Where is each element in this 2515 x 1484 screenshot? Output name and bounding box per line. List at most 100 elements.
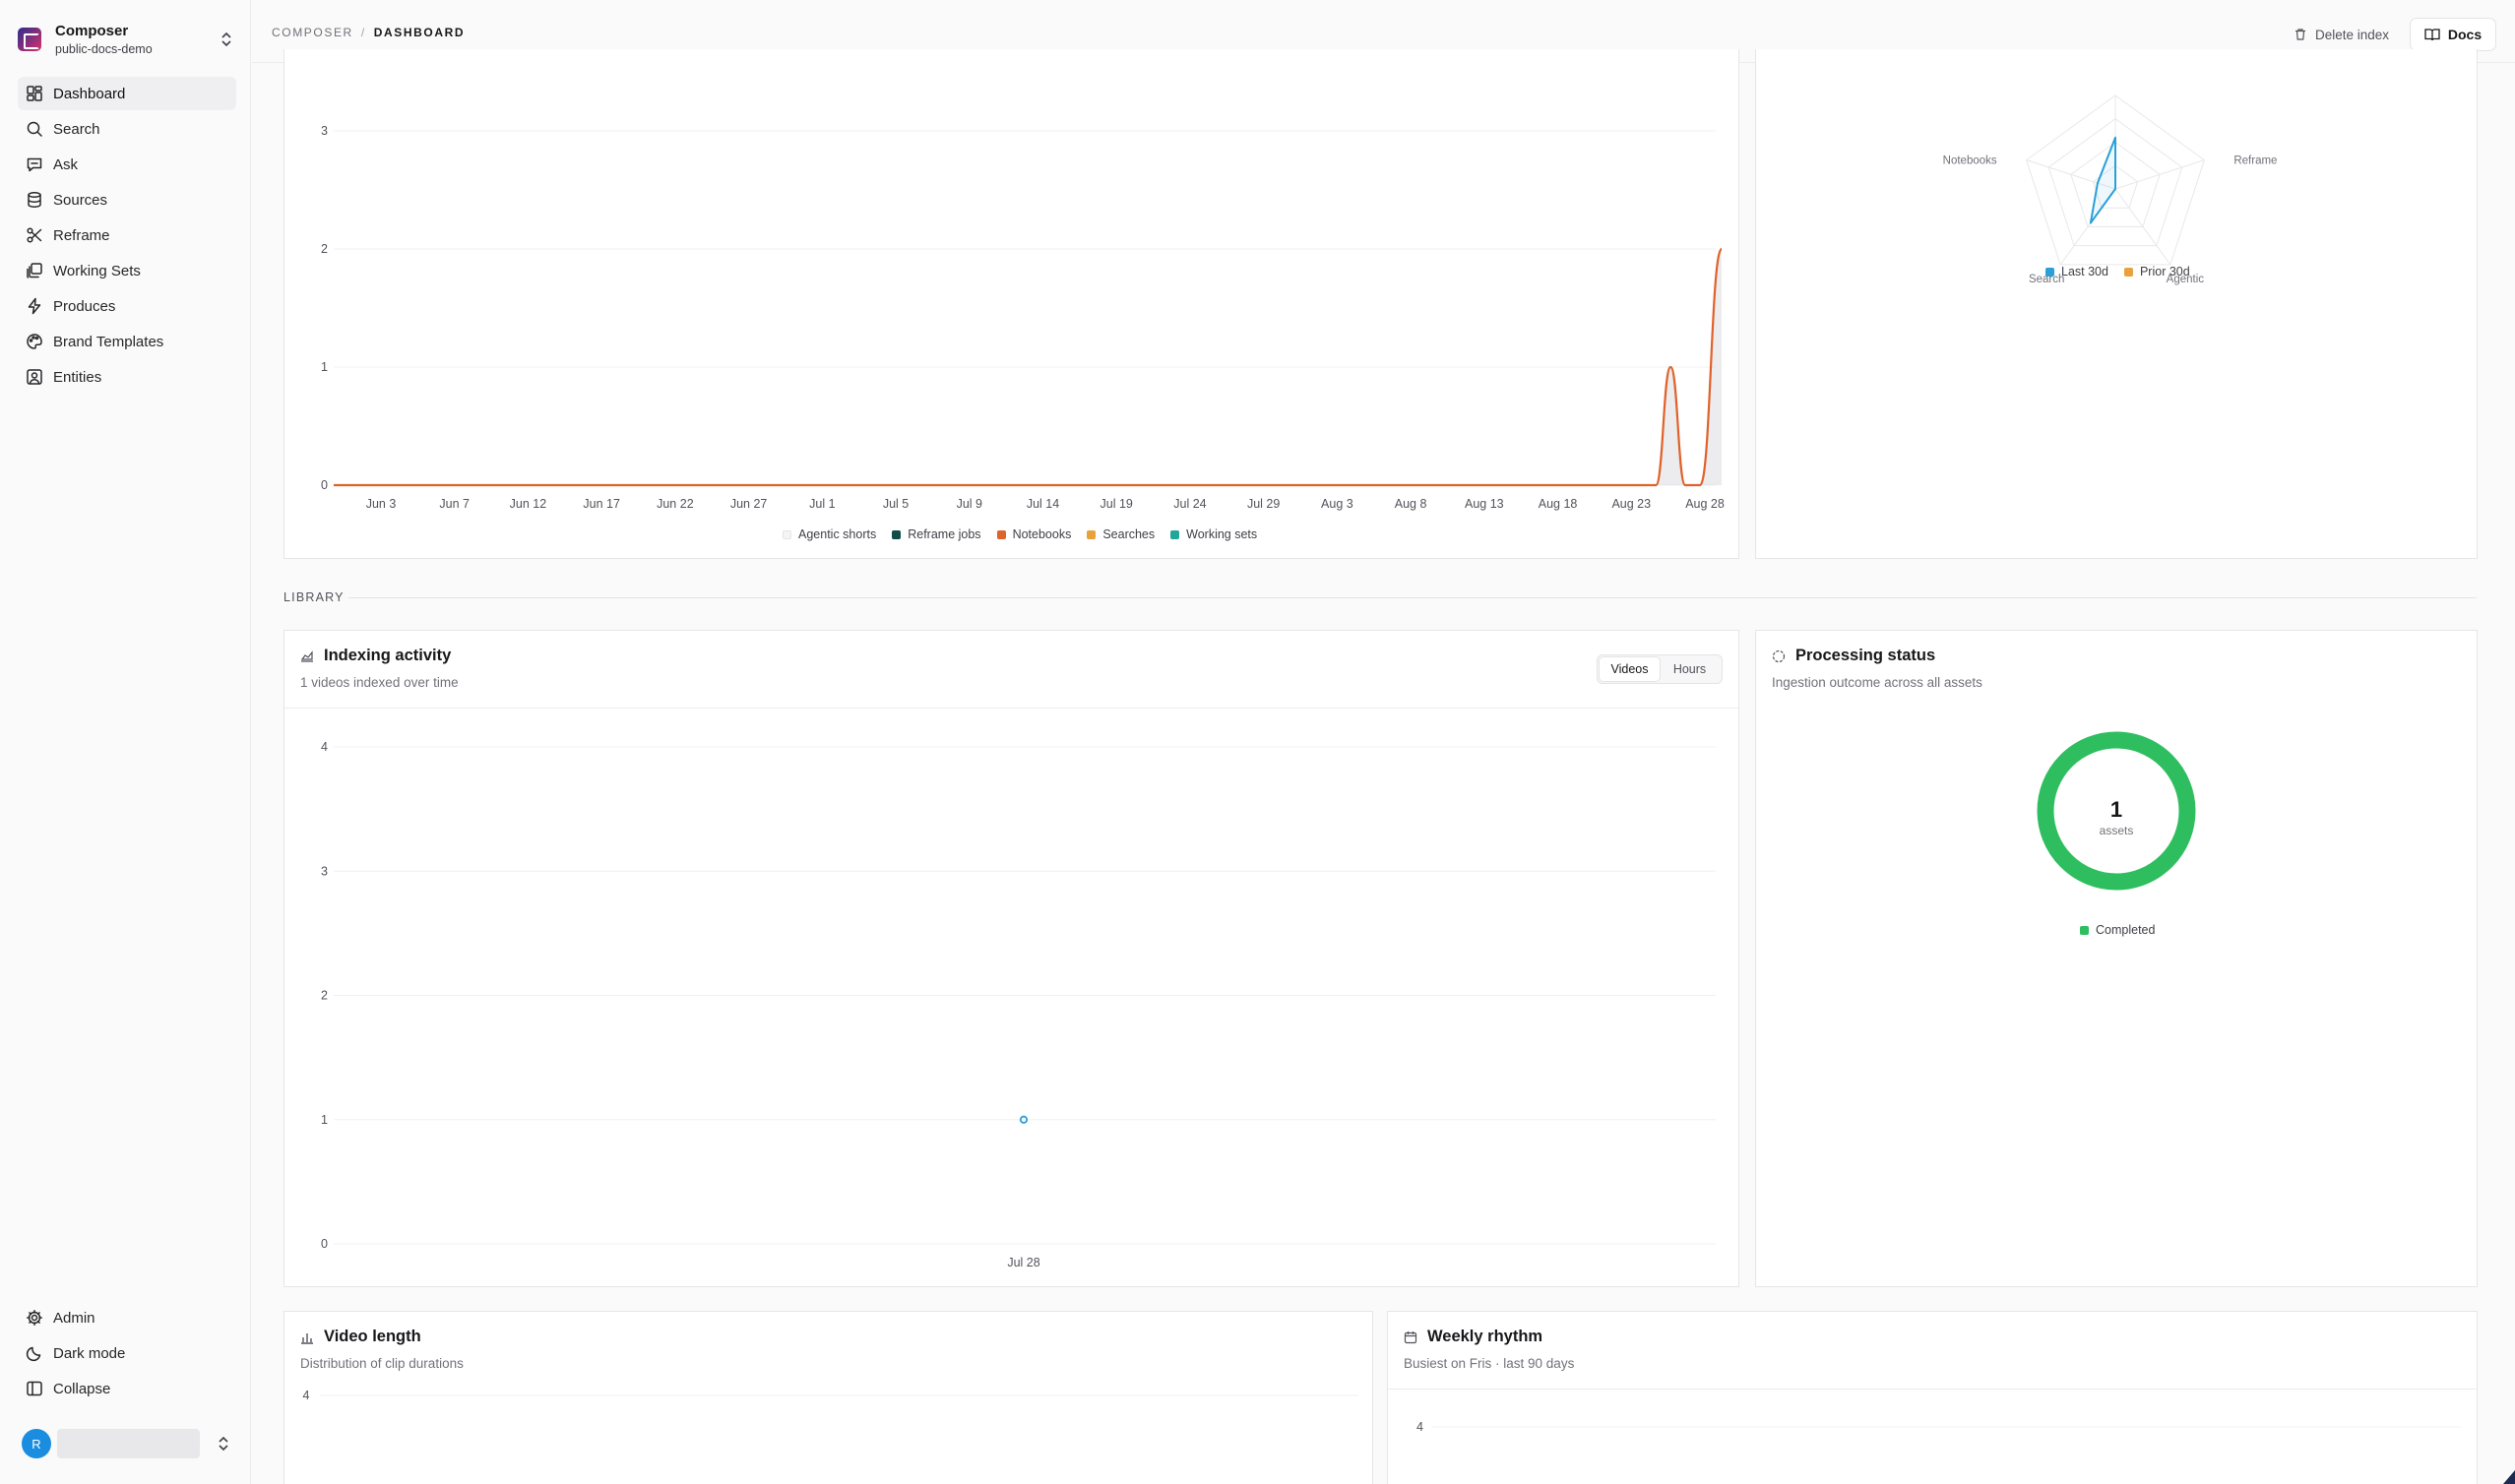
weekly-rhythm-chart: 4 — [1416, 1420, 2461, 1434]
activity-line-chart: 0 1 2 3 Jun 3 Jun 7 Jun 12 Jun 17 Jun 22 Jun 27 Ju… — [321, 124, 1725, 511]
database-icon — [28, 192, 41, 208]
nav-item-search[interactable]: Search — [18, 112, 236, 146]
donut-count: 1 — [2110, 797, 2122, 822]
x-tick-label: Jun 12 — [510, 497, 547, 511]
legend-label: Working sets — [1186, 527, 1258, 541]
nav-item-label: Brand Templates — [53, 333, 164, 350]
legend-item: Agentic shorts — [783, 527, 876, 541]
composer-logo-icon — [18, 28, 41, 51]
moon-icon — [26, 1346, 41, 1362]
y-tick-label: 0 — [321, 478, 328, 492]
legend-label: Prior 30d — [2139, 265, 2190, 278]
progress-circle-icon — [1772, 649, 1786, 662]
x-tick-label: Aug 3 — [1321, 497, 1353, 511]
library-divider — [348, 597, 2477, 598]
weekly-rhythm-card: Weekly rhythm Busiest on Fris · last 90 … — [1387, 1311, 2478, 1484]
chevrons-updown-icon — [221, 31, 231, 47]
chevrons-updown-icon — [219, 1436, 228, 1452]
data-point — [1019, 1115, 1029, 1124]
nav-item-reframe[interactable]: Reframe — [18, 218, 236, 252]
nav-item-produces[interactable]: Produces — [18, 289, 236, 323]
x-tick-label: Aug 8 — [1395, 497, 1427, 511]
main-nav: Dashboard Search Ask Sources Reframe Working … — [18, 77, 236, 396]
legend-label: Reframe jobs — [908, 527, 981, 541]
nav-item-working-sets[interactable]: Working Sets — [18, 254, 236, 287]
legend-label: Agentic shorts — [798, 527, 877, 541]
breadcrumb: COMPOSER / DASHBOARD — [272, 26, 465, 39]
legend-swatch — [2123, 267, 2133, 277]
nav-item-label: Working Sets — [53, 262, 141, 279]
bolt-icon — [28, 297, 41, 315]
breadcrumb-root[interactable]: COMPOSER — [272, 26, 353, 39]
x-tick-label: Jun 27 — [730, 497, 768, 511]
x-tick-label: Jun 17 — [583, 497, 620, 511]
legend-item: Searches — [1087, 527, 1155, 541]
palette-icon — [27, 334, 42, 349]
legend-swatch — [1170, 529, 1180, 539]
nav-item-label: Admin — [53, 1309, 95, 1327]
legend-swatch — [783, 529, 791, 539]
breadcrumb-current: DASHBOARD — [373, 26, 466, 39]
x-tick-label: Aug 23 — [1611, 497, 1651, 511]
book-icon — [2424, 29, 2440, 41]
nav-item-label: Reframe — [53, 226, 110, 244]
x-tick-label: Jul 24 — [1173, 497, 1206, 511]
y-tick-label: 4 — [321, 740, 328, 754]
radar-axis-label: Notebooks — [1943, 155, 1997, 167]
legend-swatch — [996, 529, 1006, 539]
radar-spoke — [2114, 159, 2205, 190]
nav-item-collapse[interactable]: Collapse — [18, 1372, 236, 1405]
nav-item-sources[interactable]: Sources — [18, 183, 236, 216]
nav-item-label: Produces — [53, 297, 116, 315]
docs-button[interactable]: Docs — [2410, 18, 2496, 51]
nav-item-label: Dark mode — [53, 1344, 126, 1362]
search-icon — [27, 121, 42, 137]
chat-icon — [27, 157, 42, 172]
donut-legend: Completed — [2080, 923, 2170, 937]
processing-subtitle: Ingestion outcome across all assets — [1772, 675, 1982, 690]
nav-item-dark-mode[interactable]: Dark mode — [18, 1336, 236, 1370]
y-tick-label: 1 — [321, 1113, 328, 1127]
nav-item-brand-templates[interactable]: Brand Templates — [18, 325, 236, 358]
x-tick-label: Jul 1 — [809, 497, 835, 511]
sidebar: Composer public-docs-demo Dashboard Searc… — [0, 0, 251, 1484]
workspace-switcher[interactable]: Composer public-docs-demo — [18, 18, 234, 61]
x-tick-label: Aug 18 — [1539, 497, 1578, 511]
nav-item-ask[interactable]: Ask — [18, 148, 236, 181]
nav-item-entities[interactable]: Entities — [18, 360, 236, 394]
nav-item-admin[interactable]: Admin — [18, 1301, 236, 1334]
x-tick-label: Jul 9 — [957, 497, 982, 511]
contact-icon — [27, 369, 42, 385]
x-tick-label: Jun 7 — [439, 497, 470, 511]
avatar: R — [22, 1429, 51, 1458]
processing-donut-chart: 1 assets — [2037, 731, 2196, 891]
trash-icon — [2295, 29, 2305, 40]
indexing-line-chart: 0 1 2 3 4 Jul 28 — [321, 740, 1716, 1269]
nav-item-dashboard[interactable]: Dashboard — [18, 77, 236, 110]
user-menu[interactable]: R — [22, 1427, 236, 1460]
processing-status-card: Processing status Ingestion outcome acro… — [1755, 630, 2478, 1287]
y-tick-label: 1 — [321, 360, 328, 374]
legend-swatch — [892, 529, 902, 539]
scroll-corner — [2503, 1470, 2515, 1484]
y-tick-label: 2 — [321, 242, 328, 256]
x-tick-label: Jun 3 — [366, 497, 397, 511]
x-tick-label: Jul 14 — [1027, 497, 1059, 511]
nav-item-label: Entities — [53, 368, 102, 386]
x-tick-label: Aug 28 — [1685, 497, 1725, 511]
y-tick-label: 4 — [303, 1389, 310, 1402]
delete-index-button[interactable]: Delete index — [2294, 22, 2389, 47]
x-tick-label: Jul 5 — [883, 497, 909, 511]
nav-item-label: Ask — [53, 155, 79, 173]
usage-radar-chart: ReframeAgenticSearchNotebooks — [1943, 94, 2277, 285]
legend-item: Notebooks — [996, 527, 1071, 541]
legend-item: Last 30d — [2045, 265, 2108, 278]
legend-item: Prior 30d — [2123, 265, 2190, 278]
bottom-nav: Admin Dark mode Collapse — [18, 1301, 236, 1407]
nav-item-label: Sources — [53, 191, 108, 209]
nav-item-label: Dashboard — [53, 85, 126, 102]
legend-label: Searches — [1102, 527, 1156, 541]
radar-axis-label: Reframe — [2233, 155, 2277, 167]
legend-item: Completed — [2080, 923, 2155, 937]
y-tick-label: 0 — [321, 1237, 328, 1251]
